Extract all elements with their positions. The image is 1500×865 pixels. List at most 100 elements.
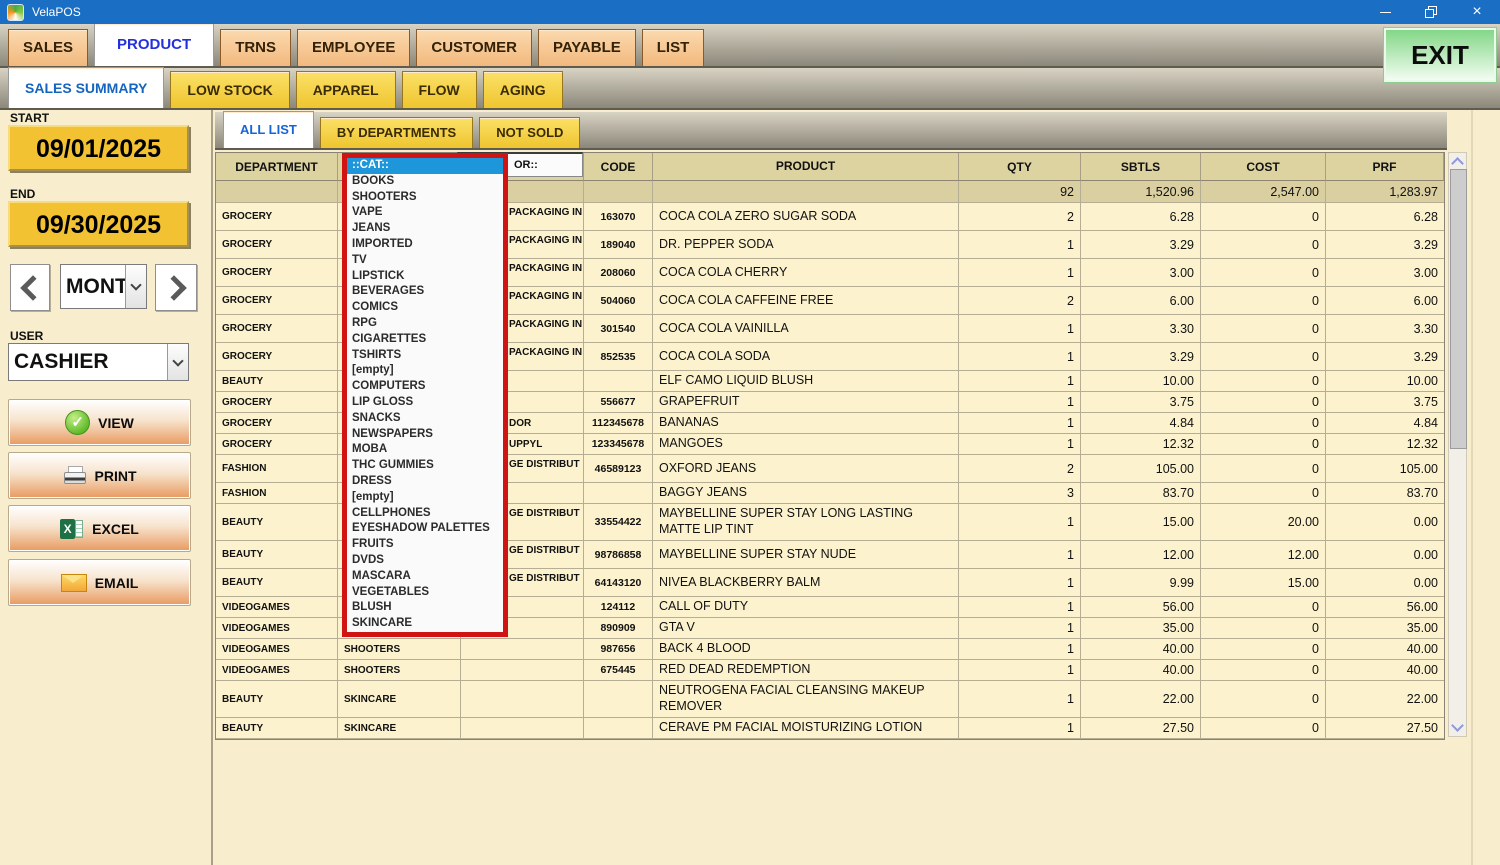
category-option-beverages[interactable]: BEVERAGES <box>347 284 503 300</box>
subtab-aging[interactable]: AGING <box>483 71 563 108</box>
category-option-imported[interactable]: IMPORTED <box>347 237 503 253</box>
table-row[interactable]: BEAUTYSKINCARECERAVE PM FACIAL MOISTURIZ… <box>216 718 1444 739</box>
category-option-dress[interactable]: DRESS <box>347 474 503 490</box>
email-button[interactable]: EMAIL <box>8 559 191 606</box>
cell-qty: 2 <box>959 455 1081 483</box>
header-code[interactable]: CODE <box>584 153 653 181</box>
tab-customer[interactable]: CUSTOMER <box>416 29 532 66</box>
end-date-button[interactable]: 09/30/2025 <box>8 201 189 247</box>
cell-qty: 1 <box>959 541 1081 569</box>
cell-sbtls: 3.00 <box>1081 259 1201 287</box>
vertical-scrollbar[interactable] <box>1448 152 1467 737</box>
category-option-mascara[interactable]: MASCARA <box>347 569 503 585</box>
cell-cost: 0 <box>1201 392 1326 413</box>
next-period-button[interactable] <box>155 264 197 311</box>
category-option-dvds[interactable]: DVDS <box>347 553 503 569</box>
user-dropdown-button[interactable] <box>167 344 188 380</box>
tab-product[interactable]: PRODUCT <box>94 23 214 66</box>
tab-list[interactable]: LIST <box>642 29 705 66</box>
header-prf[interactable]: PRF <box>1326 153 1444 181</box>
print-button[interactable]: PRINT <box>8 452 191 499</box>
cell-sbtls: 27.50 <box>1081 718 1201 739</box>
category-option-cat[interactable]: ::CAT:: <box>347 158 503 174</box>
category-option-newspapers[interactable]: NEWSPAPERS <box>347 427 503 443</box>
end-label: END <box>10 187 35 201</box>
category-option-tshirts[interactable]: TSHIRTS <box>347 348 503 364</box>
listtab-not-sold[interactable]: NOT SOLD <box>479 117 580 148</box>
category-option-lipstick[interactable]: LIPSTICK <box>347 269 503 285</box>
user-select[interactable]: CASHIER <box>8 343 189 381</box>
restore-button[interactable] <box>1408 0 1454 24</box>
cell-department: GROCERY <box>216 343 338 371</box>
cell-code <box>584 371 653 392</box>
subtab-low-stock[interactable]: LOW STOCK <box>170 71 289 108</box>
table-row[interactable]: VIDEOGAMESSHOOTERS987656BACK 4 BLOOD140.… <box>216 639 1444 660</box>
tab-sales[interactable]: SALES <box>8 29 88 66</box>
category-option-blush[interactable]: BLUSH <box>347 600 503 616</box>
cell-product: OXFORD JEANS <box>653 455 959 483</box>
subtab-apparel[interactable]: APPAREL <box>296 71 396 108</box>
scroll-up-button[interactable] <box>1449 154 1466 170</box>
category-dropdown-list[interactable]: ::CAT::BOOKSSHOOTERSVAPEJEANSIMPORTEDTVL… <box>342 153 508 637</box>
tab-trns[interactable]: TRNS <box>220 29 291 66</box>
exit-button[interactable]: EXIT <box>1383 27 1497 83</box>
category-option-empty[interactable]: [empty] <box>347 490 503 506</box>
category-option-thc-gummies[interactable]: THC GUMMIES <box>347 458 503 474</box>
tab-payable[interactable]: PAYABLE <box>538 29 636 66</box>
category-option-cigarettes[interactable]: CIGARETTES <box>347 332 503 348</box>
tab-employee[interactable]: EMPLOYEE <box>297 29 410 66</box>
category-option-comics[interactable]: COMICS <box>347 300 503 316</box>
category-option-fruits[interactable]: FRUITS <box>347 537 503 553</box>
category-option-snacks[interactable]: SNACKS <box>347 411 503 427</box>
category-option-vape[interactable]: VAPE <box>347 205 503 221</box>
excel-button[interactable]: EXCEL <box>8 505 191 552</box>
close-button[interactable]: × <box>1454 0 1500 24</box>
view-button[interactable]: VIEW <box>8 399 191 446</box>
cell-product: COCA COLA ZERO SUGAR SODA <box>653 203 959 231</box>
subtab-sales-summary[interactable]: SALES SUMMARY <box>8 67 164 108</box>
start-date-button[interactable]: 09/01/2025 <box>8 125 189 171</box>
category-option-rpg[interactable]: RPG <box>347 316 503 332</box>
category-option-moba[interactable]: MOBA <box>347 442 503 458</box>
category-option-cellphones[interactable]: CELLPHONES <box>347 506 503 522</box>
cell-department: GROCERY <box>216 231 338 259</box>
user-value: CASHIER <box>9 350 167 374</box>
cell-prf: 56.00 <box>1326 597 1444 618</box>
prev-period-button[interactable] <box>10 264 50 311</box>
cell-department: GROCERY <box>216 203 338 231</box>
cell-product: MAYBELLINE SUPER STAY NUDE <box>653 541 959 569</box>
chevron-right-icon <box>161 275 186 300</box>
scroll-down-button[interactable] <box>1449 719 1466 735</box>
category-option-tv[interactable]: TV <box>347 253 503 269</box>
listtab-all-list[interactable]: ALL LIST <box>223 111 314 148</box>
category-option-jeans[interactable]: JEANS <box>347 221 503 237</box>
table-row[interactable]: BEAUTYSKINCARENEUTROGENA FACIAL CLEANSIN… <box>216 681 1444 718</box>
subtab-flow[interactable]: FLOW <box>402 71 477 108</box>
listtab-by-departments[interactable]: BY DEPARTMENTS <box>320 117 473 148</box>
period-select[interactable]: MONTH <box>60 264 147 309</box>
cell-department: BEAUTY <box>216 541 338 569</box>
category-option-empty[interactable]: [empty] <box>347 363 503 379</box>
header-department[interactable]: DEPARTMENT <box>216 153 338 181</box>
category-option-lip-gloss[interactable]: LIP GLOSS <box>347 395 503 411</box>
category-option-eyeshadow-palettes[interactable]: EYESHADOW PALETTES <box>347 521 503 537</box>
category-option-computers[interactable]: COMPUTERS <box>347 379 503 395</box>
cell-code: 301540 <box>584 315 653 343</box>
cell-qty: 1 <box>959 569 1081 597</box>
category-option-shooters[interactable]: SHOOTERS <box>347 190 503 206</box>
header-qty[interactable]: QTY <box>959 153 1081 181</box>
table-row[interactable]: VIDEOGAMESSHOOTERS675445RED DEAD REDEMPT… <box>216 660 1444 681</box>
cell-product: COCA COLA VAINILLA <box>653 315 959 343</box>
cell-category: SHOOTERS <box>338 639 461 660</box>
header-product[interactable]: PRODUCT <box>653 153 959 181</box>
header-sbtls[interactable]: SBTLS <box>1081 153 1201 181</box>
header-cost[interactable]: COST <box>1201 153 1326 181</box>
cell-vendor <box>461 718 584 739</box>
period-dropdown-button[interactable] <box>125 265 146 308</box>
category-option-books[interactable]: BOOKS <box>347 174 503 190</box>
minimize-button[interactable] <box>1362 0 1408 24</box>
category-option-vegetables[interactable]: VEGETABLES <box>347 585 503 601</box>
category-option-skincare[interactable]: SKINCARE <box>347 616 503 632</box>
scrollbar-thumb[interactable] <box>1450 169 1467 449</box>
cell-prf: 0.00 <box>1326 541 1444 569</box>
